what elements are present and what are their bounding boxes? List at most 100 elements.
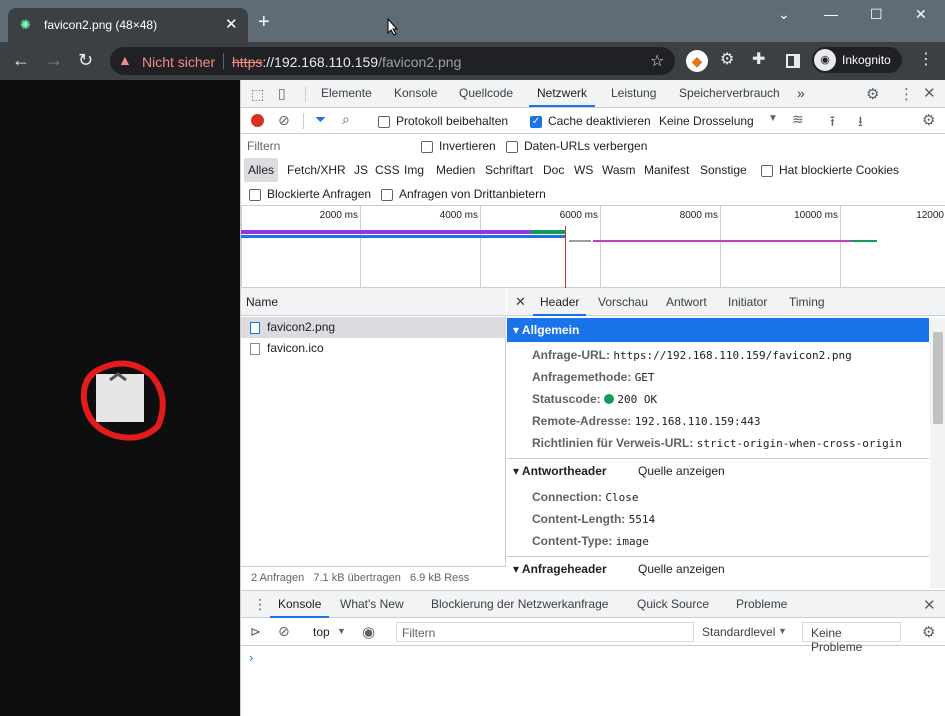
drawer-tab-probleme[interactable]: Probleme — [736, 591, 787, 618]
security-label[interactable]: Nicht sicher — [142, 54, 215, 70]
window-close-icon[interactable]: ✕ — [915, 6, 927, 23]
import-har-icon[interactable]: ⭱ — [830, 111, 835, 135]
tab-speicherverbrauch[interactable]: Speicherverbrauch — [679, 80, 780, 107]
network-overview-timeline[interactable]: 2000 ms 4000 ms 6000 ms 8000 ms 10000 ms… — [241, 206, 945, 288]
view-source-link[interactable]: Quelle anzeigen — [638, 459, 725, 483]
tab-antwort[interactable]: Antwort — [666, 288, 707, 316]
chevron-down-icon[interactable]: ▼ — [768, 113, 778, 124]
invert-checkbox[interactable] — [421, 139, 433, 153]
extensions-puzzle-icon[interactable]: ✚ — [752, 51, 765, 69]
tab-vorschau[interactable]: Vorschau — [598, 288, 648, 316]
hide-data-urls-checkbox[interactable] — [506, 139, 518, 153]
view-source-link[interactable]: Quelle anzeigen — [638, 557, 725, 581]
tab-header[interactable]: Header — [533, 288, 587, 316]
back-icon[interactable]: ← — [12, 51, 30, 69]
filter-input[interactable]: Filtern — [247, 139, 280, 153]
extension-gear-icon[interactable]: ⚙ — [720, 51, 734, 69]
tab-search-icon[interactable]: ⌄ — [778, 6, 790, 23]
maximize-icon[interactable]: ☐ — [870, 6, 883, 23]
details-tabs: ✕ Header Vorschau Antwort Initiator Timi… — [507, 288, 945, 316]
filter-fetch-xhr[interactable]: Fetch/XHR — [287, 158, 346, 182]
export-har-icon[interactable]: ⭳ — [858, 111, 863, 135]
menu-kebab-icon[interactable]: ⋮ — [918, 51, 934, 69]
drawer-close-icon[interactable]: ✕ — [923, 596, 936, 614]
incognito-badge[interactable]: ◉ Inkognito — [812, 47, 902, 73]
scrollbar-thumb[interactable] — [933, 332, 943, 424]
console-clear-icon[interactable]: ⊘ — [278, 623, 290, 640]
devtools-menu-icon[interactable]: ⋮ — [899, 85, 914, 103]
request-row[interactable]: favicon.ico — [241, 338, 506, 359]
tab-netzwerk[interactable]: Netzwerk — [529, 80, 596, 107]
console-settings-icon[interactable]: ⚙ — [922, 623, 935, 641]
devtools-close-icon[interactable]: ✕ — [923, 84, 936, 102]
inspect-element-icon[interactable]: ⬚ — [251, 86, 264, 103]
filter-other[interactable]: Sonstige — [700, 158, 747, 182]
tab-konsole[interactable]: Konsole — [394, 80, 437, 107]
issues-button[interactable]: Keine Probleme — [802, 622, 901, 654]
filter-manifest[interactable]: Manifest — [644, 158, 689, 182]
filter-js[interactable]: JS — [354, 158, 368, 182]
request-headers-section[interactable]: ▾ Anfrageheader Quelle anzeigen — [507, 556, 929, 580]
reload-icon[interactable]: ↻ — [78, 51, 93, 69]
sidebar-toggle-icon[interactable]: ⊳ — [250, 624, 261, 640]
filter-wasm[interactable]: Wasm — [602, 158, 636, 182]
tab-initiator[interactable]: Initiator — [728, 288, 767, 316]
filter-font[interactable]: Schriftart — [485, 158, 533, 182]
console-prompt-icon[interactable]: › — [249, 650, 253, 665]
tab-timing[interactable]: Timing — [789, 288, 825, 316]
clear-icon[interactable]: ⊘ — [278, 112, 290, 129]
warning-icon[interactable]: ▲ — [118, 52, 132, 68]
record-icon[interactable] — [251, 114, 264, 127]
log-level-select[interactable]: Standardlevel — [702, 625, 775, 639]
details-close-icon[interactable]: ✕ — [515, 288, 526, 316]
preserve-log-checkbox[interactable] — [378, 114, 390, 128]
settings-gear-icon[interactable]: ⚙ — [866, 85, 879, 103]
console-filter-input[interactable]: Filtern — [396, 622, 694, 642]
drawer-tab-whats-new[interactable]: What's New — [340, 591, 404, 618]
tab-leistung[interactable]: Leistung — [611, 80, 656, 107]
chevron-down-icon[interactable]: ▼ — [778, 626, 787, 636]
third-party-checkbox[interactable] — [381, 187, 393, 201]
search-icon[interactable]: ⌕ — [342, 111, 350, 128]
request-row[interactable]: favicon2.png — [241, 317, 506, 338]
context-select[interactable]: top — [313, 625, 330, 639]
hide-data-urls-label: Daten-URLs verbergen — [524, 139, 648, 153]
filter-ws[interactable]: WS — [574, 158, 593, 182]
tab-elemente[interactable]: Elemente — [321, 80, 372, 107]
device-toolbar-icon[interactable]: ▯ — [278, 85, 286, 102]
response-headers-section[interactable]: ▾ Antwortheader Quelle anzeigen — [507, 458, 929, 482]
filter-doc[interactable]: Doc — [543, 158, 564, 182]
drawer-tab-quick-source[interactable]: Quick Source — [637, 591, 709, 618]
blocked-cookies-checkbox[interactable] — [761, 163, 773, 177]
live-expression-eye-icon[interactable]: ◉ — [362, 623, 375, 641]
filter-css[interactable]: CSS — [375, 158, 400, 182]
side-panel-icon[interactable] — [786, 54, 800, 68]
bookmark-star-icon[interactable]: ☆ — [650, 51, 664, 71]
filter-all[interactable]: Alles — [244, 158, 279, 182]
new-tab-button[interactable]: + — [258, 12, 270, 32]
active-tab[interactable]: ✺ favicon2.png (48×48) ✕ — [8, 8, 248, 42]
general-section-header[interactable]: ▾ Allgemein — [507, 318, 929, 342]
network-settings-icon[interactable]: ⚙ — [922, 111, 935, 129]
disable-cache-checkbox[interactable]: ✓ — [530, 114, 542, 128]
name-column-header[interactable]: Name — [241, 288, 506, 316]
network-conditions-icon[interactable]: ≋ — [792, 111, 804, 128]
tab-quellcode[interactable]: Quellcode — [459, 80, 513, 107]
drawer-menu-icon[interactable]: ⋮ — [253, 596, 267, 613]
blocked-requests-checkbox[interactable] — [249, 187, 261, 201]
forward-icon[interactable]: → — [45, 51, 63, 69]
drawer-tab-konsole[interactable]: Konsole — [270, 591, 330, 618]
tab-close-icon[interactable]: ✕ — [225, 15, 238, 33]
url-text[interactable]: https://192.168.110.159/favicon2.png — [232, 54, 461, 70]
filter-img[interactable]: Img — [404, 158, 424, 182]
throttling-select[interactable]: Keine Drosselung — [659, 114, 754, 128]
filter-icon[interactable]: ⏷ — [315, 111, 326, 128]
address-bar[interactable]: ▲ Nicht sicher https://192.168.110.159/f… — [110, 47, 675, 75]
filter-media[interactable]: Medien — [436, 158, 475, 182]
more-tabs-icon[interactable]: » — [797, 80, 805, 107]
minimize-icon[interactable]: — — [824, 6, 838, 22]
chevron-down-icon[interactable]: ▼ — [337, 626, 346, 636]
details-scrollbar[interactable] — [930, 318, 945, 588]
drawer-tab-request-blocking[interactable]: Blockierung der Netzwerkanfrage — [431, 591, 608, 618]
metamask-extension-icon[interactable]: ◆ — [686, 50, 708, 72]
